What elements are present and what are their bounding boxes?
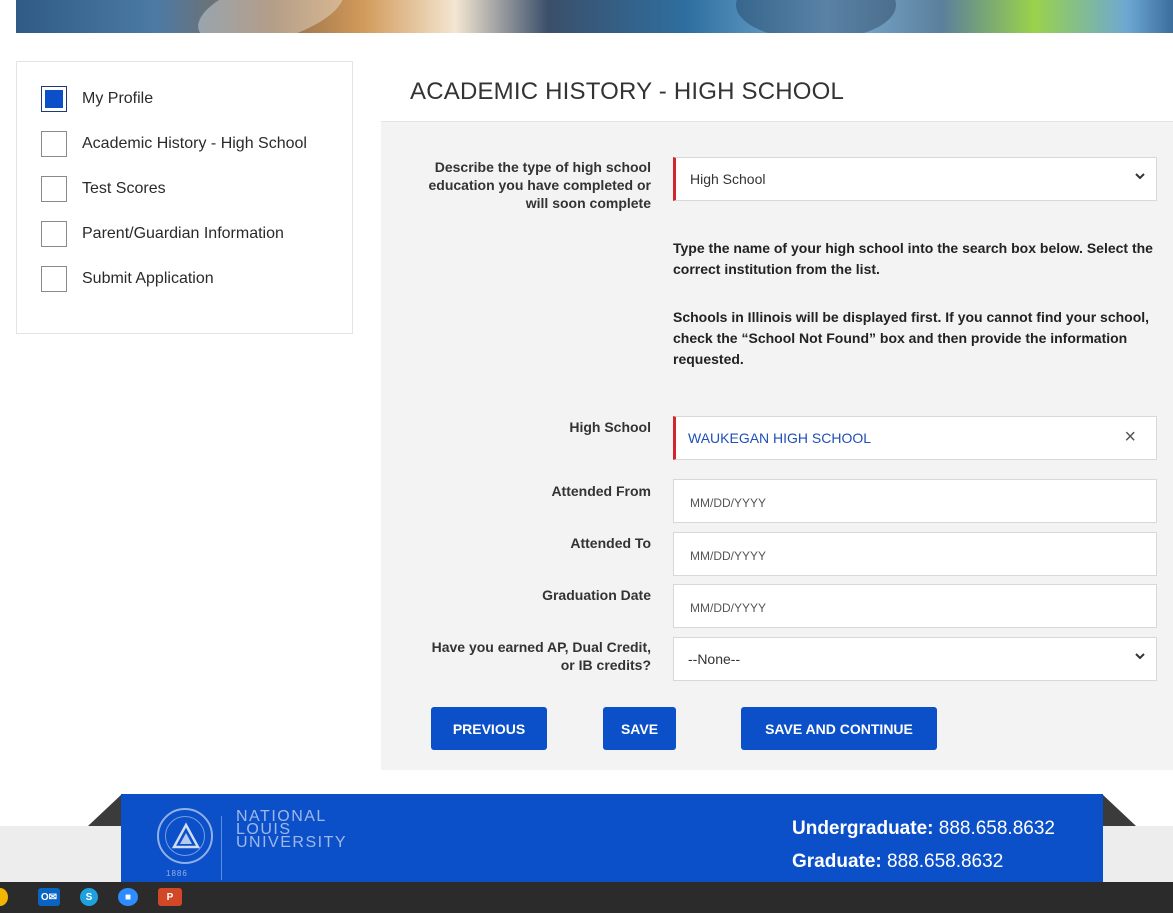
- attended-to-placeholder: MM/DD/YYYY: [690, 549, 767, 563]
- school-search-instructions: Type the name of your high school into t…: [673, 240, 1153, 277]
- high-school-search[interactable]: WAUKEGAN HIGH SCHOOL ×: [673, 416, 1157, 460]
- step-label: My Profile: [82, 90, 154, 107]
- clear-icon[interactable]: ×: [1124, 427, 1136, 447]
- step-checkbox[interactable]: [41, 176, 67, 202]
- chrome-icon[interactable]: [0, 888, 8, 906]
- step-checkbox[interactable]: [41, 131, 67, 157]
- high-school-value: WAUKEGAN HIGH SCHOOL: [688, 430, 872, 446]
- zoom-icon[interactable]: ■: [118, 888, 138, 906]
- skype-icon[interactable]: S: [80, 888, 98, 906]
- step-my-profile[interactable]: My Profile: [41, 84, 153, 114]
- save-and-continue-button[interactable]: SAVE AND CONTINUE: [741, 707, 937, 750]
- chevron-down-icon: [1135, 653, 1145, 660]
- footer-decoration: [1102, 794, 1136, 826]
- ap-credits-label: Have you earned AP, Dual Credit, or IB c…: [431, 639, 651, 673]
- undergraduate-phone: Undergraduate: 888.658.8632: [792, 818, 1055, 839]
- step-academic-history[interactable]: Academic History - High School: [41, 129, 307, 159]
- footer-decoration: [88, 794, 122, 826]
- chevron-down-icon: [1135, 173, 1145, 180]
- attended-from-placeholder: MM/DD/YYYY: [690, 496, 767, 510]
- panel-header: ACADEMIC HISTORY - HIGH SCHOOL: [381, 61, 1173, 122]
- ap-credits-value: --None--: [688, 651, 741, 667]
- step-checkbox[interactable]: [41, 266, 67, 292]
- page-title: ACADEMIC HISTORY - HIGH SCHOOL: [410, 78, 845, 105]
- graduation-date-label: Graduation Date: [542, 587, 651, 603]
- outlook-icon[interactable]: O✉: [38, 888, 60, 906]
- step-parent-guardian[interactable]: Parent/Guardian Information: [41, 219, 284, 249]
- triangle-emblem-icon: [171, 822, 201, 849]
- save-button[interactable]: SAVE: [603, 707, 676, 750]
- seal-year: 1886: [166, 869, 188, 878]
- attended-from-field[interactable]: MM/DD/YYYY: [673, 479, 1157, 523]
- attended-to-label: Attended To: [570, 535, 651, 551]
- logo-divider: [221, 816, 222, 880]
- graduation-date-placeholder: MM/DD/YYYY: [690, 601, 767, 615]
- attended-to-field[interactable]: MM/DD/YYYY: [673, 532, 1157, 576]
- education-type-label: Describe the type of high school educati…: [428, 159, 652, 211]
- attended-from-label: Attended From: [551, 483, 651, 499]
- education-type-value: High School: [690, 171, 766, 187]
- step-label: Test Scores: [82, 180, 166, 197]
- graduate-phone: Graduate: 888.658.8632: [792, 851, 1004, 872]
- high-school-label: High School: [569, 419, 651, 435]
- education-type-select[interactable]: High School: [673, 157, 1157, 201]
- university-seal-logo[interactable]: [157, 808, 213, 864]
- footer: 1886 NATIONAL LOUIS UNIVERSITY Undergrad…: [121, 794, 1103, 882]
- university-wordmark[interactable]: NATIONAL LOUIS UNIVERSITY: [236, 809, 347, 851]
- school-not-found-instructions: Schools in Illinois will be displayed fi…: [673, 309, 1150, 367]
- graduation-date-field[interactable]: MM/DD/YYYY: [673, 584, 1157, 628]
- step-test-scores[interactable]: Test Scores: [41, 174, 166, 204]
- powerpoint-icon[interactable]: P: [158, 888, 182, 906]
- os-taskbar: O✉ S ■ P: [0, 882, 1173, 913]
- step-checkbox[interactable]: [41, 221, 67, 247]
- step-label: Parent/Guardian Information: [82, 225, 284, 242]
- academic-history-panel: ACADEMIC HISTORY - HIGH SCHOOL Describe …: [381, 61, 1173, 770]
- ap-credits-select[interactable]: --None--: [673, 637, 1157, 681]
- step-label: Submit Application: [82, 270, 214, 287]
- previous-button[interactable]: PREVIOUS: [431, 707, 547, 750]
- step-checkbox-checked[interactable]: [41, 86, 67, 112]
- step-label: Academic History - High School: [82, 135, 307, 152]
- application-steps-sidebar: My Profile Academic History - High Schoo…: [16, 61, 353, 334]
- step-submit-application[interactable]: Submit Application: [41, 264, 214, 294]
- hero-banner-image: [16, 0, 1173, 33]
